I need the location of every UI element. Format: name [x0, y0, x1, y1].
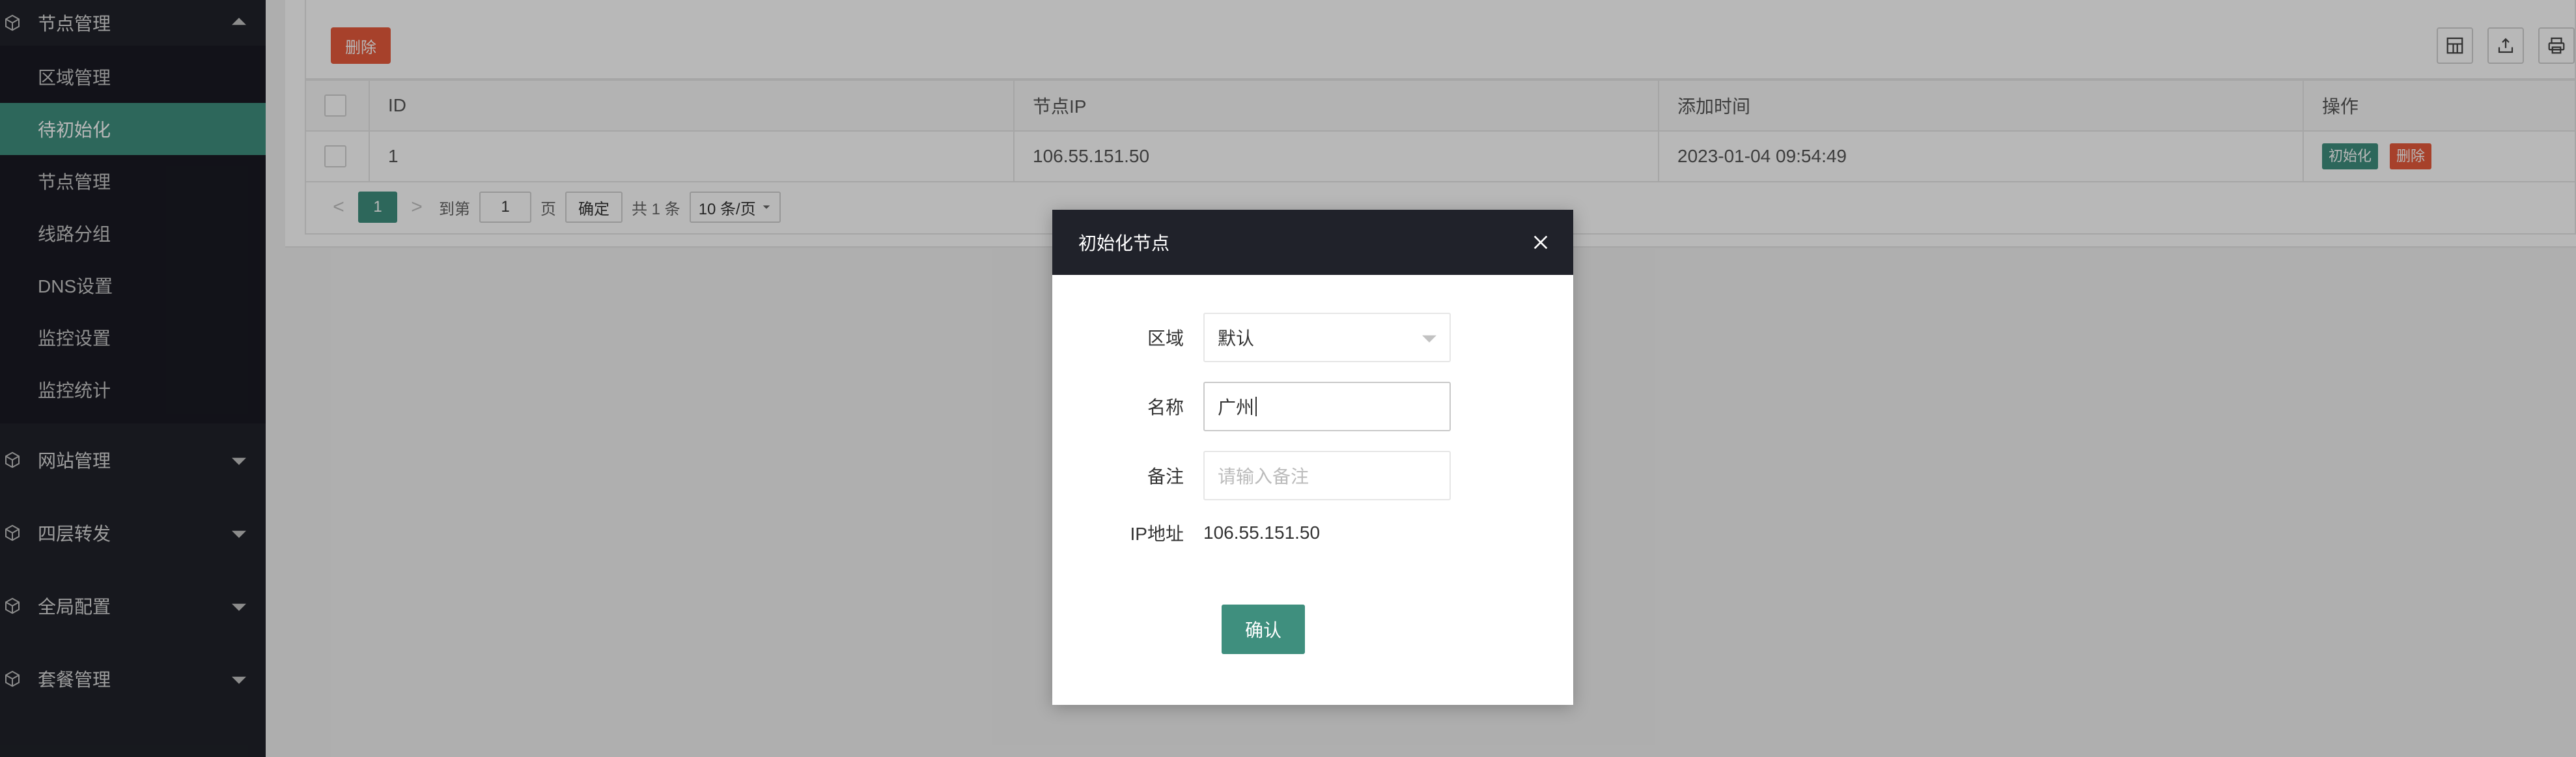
- name-input[interactable]: 广州: [1203, 382, 1451, 431]
- chevron-down-icon: [1422, 335, 1436, 343]
- remark-placeholder: 请输入备注: [1218, 466, 1309, 487]
- region-label: 区域: [1147, 328, 1184, 349]
- text-cursor: [1255, 397, 1257, 416]
- confirm-button[interactable]: 确认: [1222, 605, 1305, 654]
- remark-row: 备注 请输入备注: [1052, 451, 1451, 500]
- ip-value: 106.55.151.50: [1203, 522, 1321, 543]
- remark-label: 备注: [1147, 466, 1184, 487]
- region-select-value: 默认: [1218, 328, 1255, 349]
- region-row: 区域 默认: [1052, 313, 1451, 362]
- remark-input[interactable]: 请输入备注: [1203, 451, 1451, 500]
- close-icon[interactable]: [1530, 232, 1551, 253]
- name-row: 名称 广州: [1052, 382, 1451, 431]
- ip-row: IP地址 106.55.151.50: [1052, 520, 1321, 546]
- region-select[interactable]: 默认: [1203, 313, 1451, 362]
- name-input-value: 广州: [1218, 397, 1255, 418]
- dialog-title: 初始化节点: [1078, 233, 1170, 253]
- name-label: 名称: [1147, 397, 1184, 418]
- dialog-header: 初始化节点: [1052, 210, 1573, 275]
- ip-label: IP地址: [1130, 524, 1184, 544]
- init-node-dialog: 初始化节点 区域 默认 名称 广州 备注 请输入备注 IP地址 106.55.1…: [1052, 210, 1573, 705]
